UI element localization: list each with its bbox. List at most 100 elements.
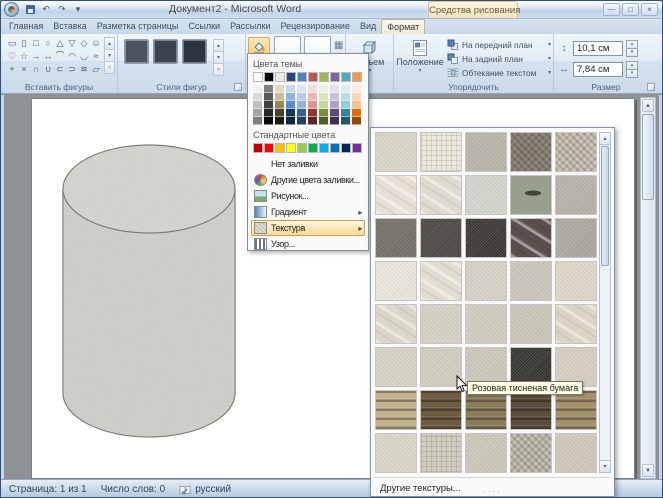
scroll-up-icon[interactable]: ▲ xyxy=(642,99,654,112)
shape-height-input[interactable]: 10,1 см xyxy=(573,41,623,56)
shape-style-preset[interactable] xyxy=(153,39,178,64)
shape-tool-icon[interactable]: ♡ xyxy=(6,50,18,63)
theme-color-swatch[interactable] xyxy=(341,72,351,82)
shape-tool-icon[interactable]: ⊂ xyxy=(54,63,66,76)
document-scrollbar[interactable]: ▲ ▼ xyxy=(640,97,656,479)
standard-color-swatch[interactable] xyxy=(264,143,274,153)
shape-tool-icon[interactable]: ▯ xyxy=(18,37,30,50)
theme-color-swatch[interactable] xyxy=(264,72,274,82)
theme-color-tint-swatch[interactable] xyxy=(264,93,274,101)
minimize-button[interactable]: — xyxy=(603,3,620,16)
resize-grip[interactable]: ···· xyxy=(371,489,614,496)
shape-tool-icon[interactable]: △ xyxy=(54,37,66,50)
theme-color-tint-swatch[interactable] xyxy=(330,117,340,125)
theme-color-tint-swatch[interactable] xyxy=(330,101,340,109)
texture-swatch[interactable] xyxy=(375,433,417,473)
texture-swatch[interactable] xyxy=(510,433,552,473)
fill-menu-item-0[interactable]: Нет заливки xyxy=(251,156,365,172)
theme-color-tint-swatch[interactable] xyxy=(297,85,307,93)
page-count-indicator[interactable]: Страница: 1 из 1 xyxy=(9,484,87,495)
bring-to-front-button[interactable]: На передний план ▾ xyxy=(447,38,551,52)
texture-swatch[interactable] xyxy=(465,175,507,215)
tab-Вставка[interactable]: Вставка xyxy=(48,19,91,34)
shape-tool-icon[interactable]: ○ xyxy=(42,37,54,50)
shape-tool-icon[interactable]: ⊃ xyxy=(66,63,78,76)
texture-swatch[interactable] xyxy=(510,261,552,301)
theme-color-tint-swatch[interactable] xyxy=(253,85,263,93)
texture-swatch[interactable] xyxy=(465,261,507,301)
theme-color-tint-swatch[interactable] xyxy=(286,117,296,125)
texture-swatch[interactable] xyxy=(510,132,552,172)
standard-color-swatch[interactable] xyxy=(253,143,263,153)
texture-swatch[interactable] xyxy=(375,347,417,387)
scroll-up-icon[interactable]: ▴ xyxy=(600,133,610,145)
theme-color-tint-swatch[interactable] xyxy=(341,85,351,93)
texture-swatch[interactable] xyxy=(465,433,507,473)
theme-color-tint-swatch[interactable] xyxy=(308,93,318,101)
scrollbar-thumb[interactable] xyxy=(642,114,654,200)
spin-down-icon[interactable]: ▾ xyxy=(626,48,638,57)
theme-color-tint-swatch[interactable] xyxy=(319,85,329,93)
theme-color-tint-swatch[interactable] xyxy=(297,101,307,109)
shape-tool-icon[interactable]: ∪ xyxy=(42,63,54,76)
theme-color-tint-swatch[interactable] xyxy=(341,117,351,125)
save-button[interactable] xyxy=(23,3,37,16)
maximize-button[interactable]: □ xyxy=(622,3,639,16)
theme-color-tint-swatch[interactable] xyxy=(330,85,340,93)
theme-color-swatch[interactable] xyxy=(275,72,285,82)
theme-color-tint-swatch[interactable] xyxy=(352,85,362,93)
gallery-more-icon[interactable]: ▿ xyxy=(213,63,224,76)
shape-tool-icon[interactable]: + xyxy=(6,63,18,76)
standard-color-swatch[interactable] xyxy=(341,143,351,153)
text-wrapping-button[interactable]: Обтекание текстом ▾ xyxy=(447,66,551,80)
scroll-down-icon[interactable]: ▾ xyxy=(600,460,610,472)
shape-width-input[interactable]: 7,84 см xyxy=(573,62,623,77)
standard-color-swatch[interactable] xyxy=(308,143,318,153)
fill-menu-item-3[interactable]: Градиент▸ xyxy=(251,204,365,220)
theme-color-tint-swatch[interactable] xyxy=(308,85,318,93)
theme-color-tint-swatch[interactable] xyxy=(330,93,340,101)
theme-color-tint-swatch[interactable] xyxy=(319,101,329,109)
office-button[interactable] xyxy=(4,2,19,17)
theme-color-tint-swatch[interactable] xyxy=(352,101,362,109)
shape-tool-icon[interactable]: × xyxy=(18,63,30,76)
theme-color-swatch[interactable] xyxy=(319,72,329,82)
tab-Рецензирование[interactable]: Рецензирование xyxy=(275,19,355,34)
undo-button[interactable]: ↶ xyxy=(39,3,53,16)
shape-style-preset[interactable] xyxy=(182,39,207,64)
theme-color-tint-swatch[interactable] xyxy=(253,101,263,109)
texture-swatch[interactable] xyxy=(465,218,507,258)
texture-swatch[interactable] xyxy=(420,132,462,172)
fill-menu-item-5[interactable]: Узор... xyxy=(251,236,365,252)
tab-Формат[interactable]: Формат xyxy=(381,19,425,34)
theme-color-tint-swatch[interactable] xyxy=(264,117,274,125)
theme-color-swatch[interactable] xyxy=(308,72,318,82)
theme-color-tint-swatch[interactable] xyxy=(330,109,340,117)
theme-color-tint-swatch[interactable] xyxy=(286,85,296,93)
shape-tool-icon[interactable]: ◡ xyxy=(78,50,90,63)
theme-color-tint-swatch[interactable] xyxy=(341,109,351,117)
fill-menu-item-4[interactable]: Текстура▸ xyxy=(251,220,365,236)
theme-color-swatch[interactable] xyxy=(253,72,263,82)
texture-swatch[interactable] xyxy=(555,390,597,430)
texture-swatch[interactable] xyxy=(555,433,597,473)
texture-swatch[interactable] xyxy=(420,390,462,430)
theme-color-tint-swatch[interactable] xyxy=(253,93,263,101)
theme-color-tint-swatch[interactable] xyxy=(341,101,351,109)
texture-swatch[interactable] xyxy=(555,218,597,258)
texture-swatch[interactable] xyxy=(510,304,552,344)
spin-down-icon[interactable]: ▾ xyxy=(626,69,638,78)
close-button[interactable]: × xyxy=(641,3,658,16)
language-indicator[interactable]: русский xyxy=(179,484,231,495)
shape-tool-icon[interactable]: ∩ xyxy=(30,63,42,76)
shape-tool-icon[interactable]: ↔ xyxy=(42,50,54,63)
texture-swatch[interactable] xyxy=(555,132,597,172)
theme-color-swatch[interactable] xyxy=(297,72,307,82)
fill-menu-item-1[interactable]: Другие цвета заливки... xyxy=(251,172,365,188)
send-to-back-button[interactable]: На задний план ▾ xyxy=(447,52,551,66)
theme-color-tint-swatch[interactable] xyxy=(341,93,351,101)
theme-color-swatch[interactable] xyxy=(352,72,362,82)
texture-swatch[interactable] xyxy=(465,304,507,344)
tab-Рассылки[interactable]: Рассылки xyxy=(225,19,275,34)
theme-color-tint-swatch[interactable] xyxy=(286,109,296,117)
